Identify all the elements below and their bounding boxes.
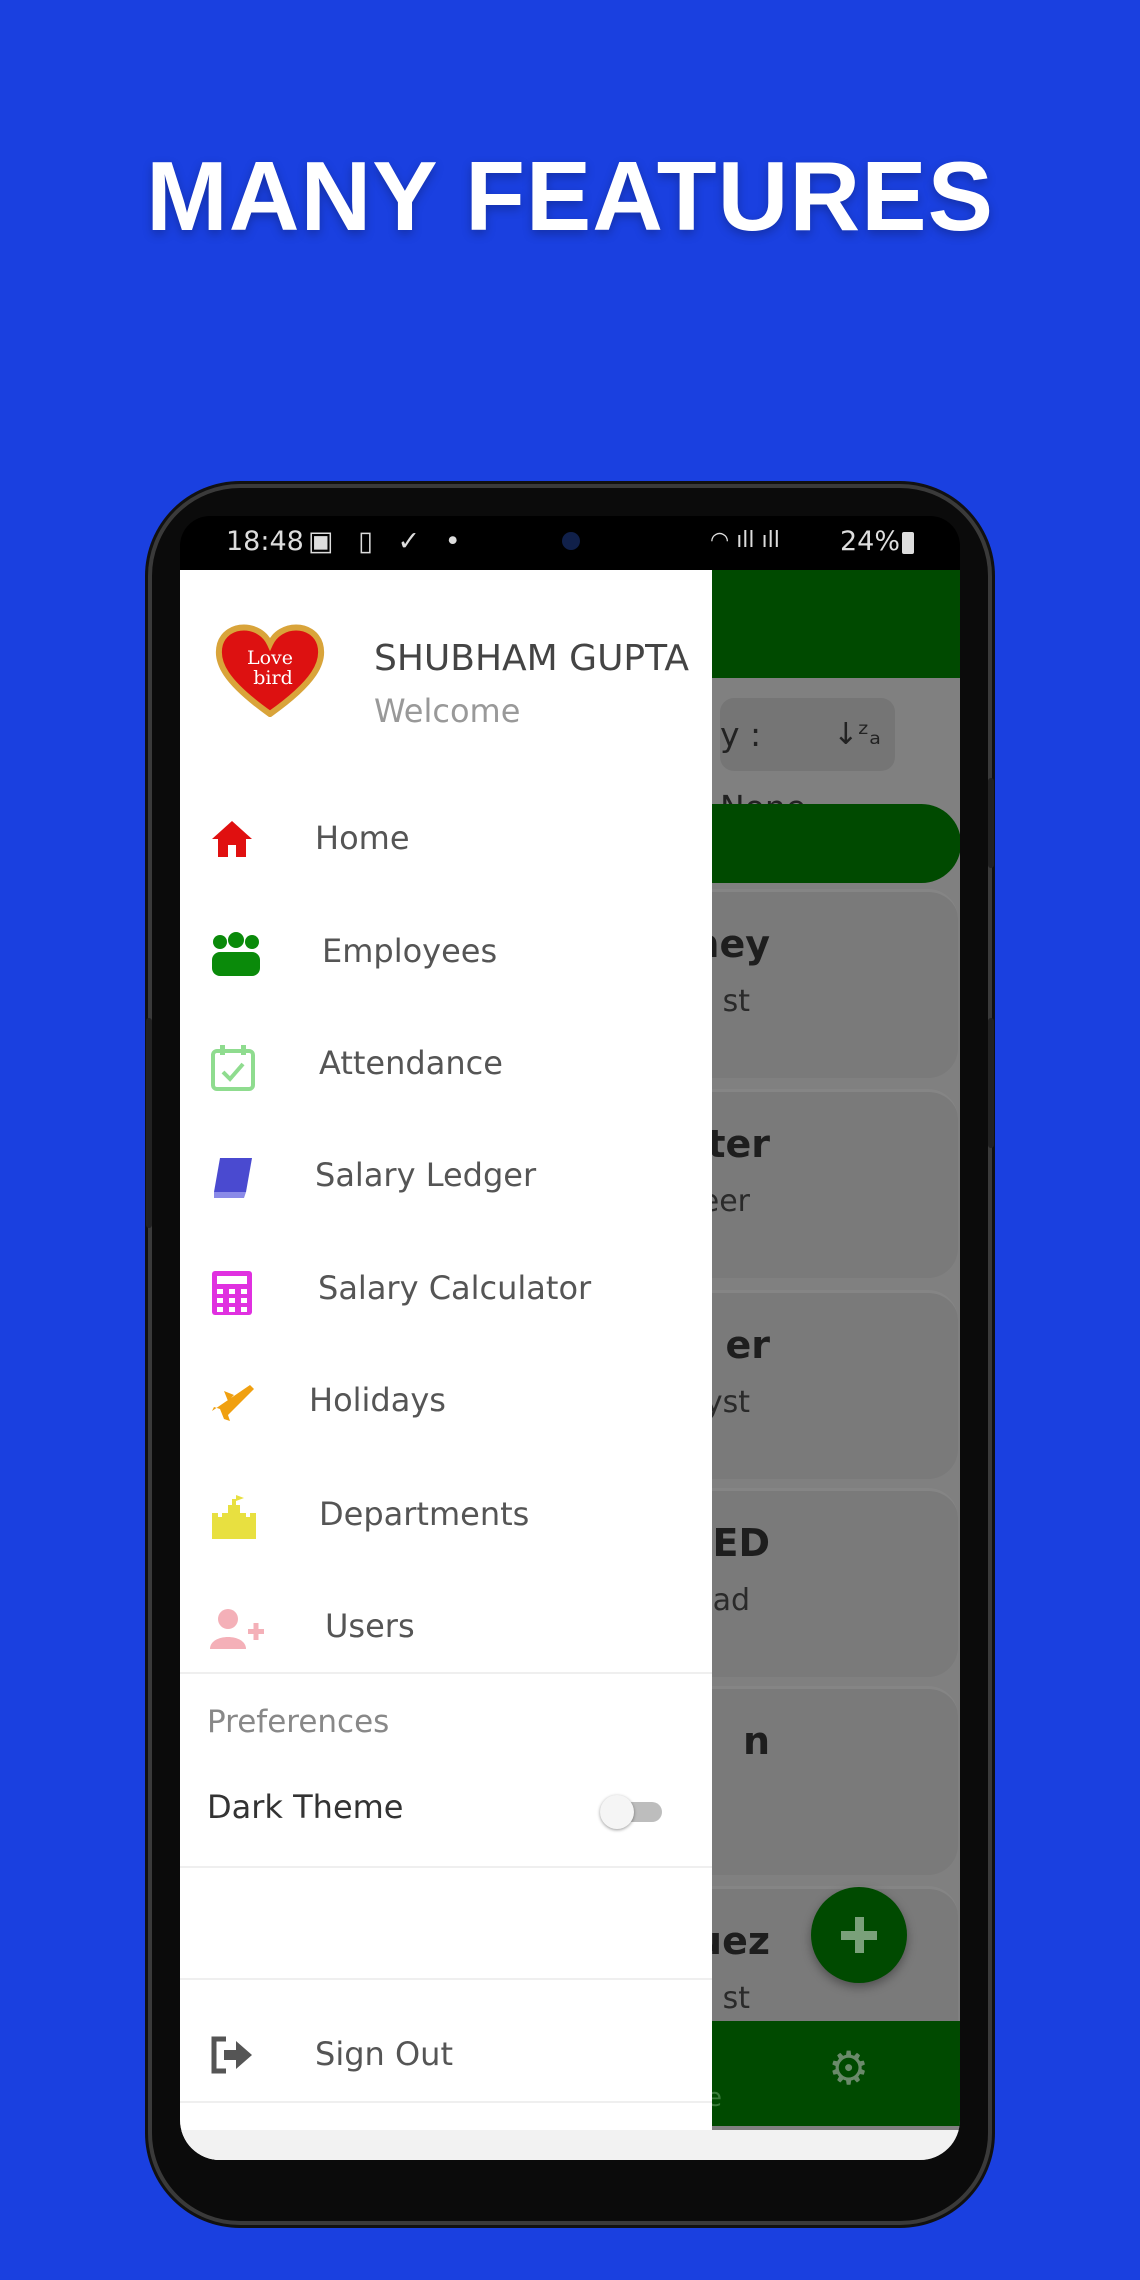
drawer-item-attendance[interactable]: Attendance bbox=[180, 1014, 712, 1114]
settings-gears-icon[interactable]: ⚙ bbox=[828, 2041, 869, 2095]
system-nav-bar bbox=[180, 2130, 960, 2160]
svg-text:Love: Love bbox=[247, 647, 293, 669]
notification-icons: ▣ ▯ ✓ • bbox=[308, 526, 469, 557]
sign-out-button[interactable]: Sign Out bbox=[180, 2005, 712, 2105]
home-icon bbox=[212, 821, 252, 857]
divider bbox=[180, 1866, 712, 1868]
drawer-item-salary-ledger[interactable]: Salary Ledger bbox=[180, 1126, 712, 1226]
employee-card[interactable]: n bbox=[680, 1686, 958, 1875]
dark-theme-toggle[interactable] bbox=[600, 1793, 662, 1829]
calendar-check-icon bbox=[211, 1045, 255, 1091]
headline: MANY FEATURES bbox=[146, 141, 994, 251]
user-add-icon bbox=[210, 1609, 264, 1649]
divider bbox=[180, 1978, 712, 1980]
divider bbox=[180, 1672, 712, 1674]
signal-icons: ◠ ıll ıll bbox=[710, 528, 780, 553]
drawer-item-departments[interactable]: Departments bbox=[180, 1465, 712, 1565]
status-bar: 18:48 ▣ ▯ ✓ • ◠ ıll ıll 24% bbox=[180, 516, 960, 570]
user-name: SHUBHAM GUPTA bbox=[374, 638, 689, 679]
users-icon bbox=[212, 932, 260, 976]
company-logo: Love bird bbox=[215, 622, 337, 727]
drawer-item-employees[interactable]: Employees bbox=[180, 902, 712, 1002]
sort-button[interactable]: y : None ↓ᶻₐ bbox=[720, 698, 895, 827]
tab-pill[interactable]: s bbox=[680, 804, 960, 883]
phone-screen: 18:48 ▣ ▯ ✓ • ◠ ıll ıll 24% y : None ↓ᶻₐ… bbox=[180, 516, 960, 2160]
bottom-nav: ee ⚙ bbox=[680, 2021, 960, 2126]
employee-card[interactable]: er yst bbox=[680, 1290, 958, 1479]
drawer-item-users[interactable]: Users bbox=[180, 1577, 712, 1677]
employee-card[interactable]: ter eer bbox=[680, 1089, 958, 1278]
employee-card[interactable]: EED ad bbox=[680, 1488, 958, 1677]
navigation-drawer: Love bird SHUBHAM GUPTA Welcome Home Empl… bbox=[180, 570, 712, 2160]
airplane-icon bbox=[212, 1385, 254, 1421]
castle-icon bbox=[212, 1495, 256, 1539]
drawer-item-home[interactable]: Home bbox=[180, 789, 712, 889]
battery-level: 24% bbox=[840, 526, 901, 557]
svg-text:bird: bird bbox=[253, 667, 292, 689]
sign-out-icon bbox=[211, 2036, 252, 2074]
employee-card[interactable]: mey st bbox=[680, 889, 958, 1078]
book-icon bbox=[214, 1158, 252, 1198]
drawer-item-holidays[interactable]: Holidays bbox=[180, 1351, 712, 1451]
dark-theme-label: Dark Theme bbox=[207, 1788, 404, 1826]
calculator-icon bbox=[212, 1271, 252, 1315]
divider bbox=[180, 2101, 712, 2103]
preferences-header: Preferences bbox=[207, 1704, 390, 1740]
drawer-item-salary-calculator[interactable]: Salary Calculator bbox=[180, 1239, 712, 1339]
sort-za-icon: ↓ᶻₐ bbox=[833, 717, 881, 752]
add-employee-button[interactable] bbox=[811, 1887, 907, 1983]
battery-icon bbox=[902, 532, 914, 554]
status-time: 18:48 bbox=[226, 526, 304, 557]
camera-notch bbox=[460, 516, 680, 570]
welcome-text: Welcome bbox=[374, 692, 521, 730]
